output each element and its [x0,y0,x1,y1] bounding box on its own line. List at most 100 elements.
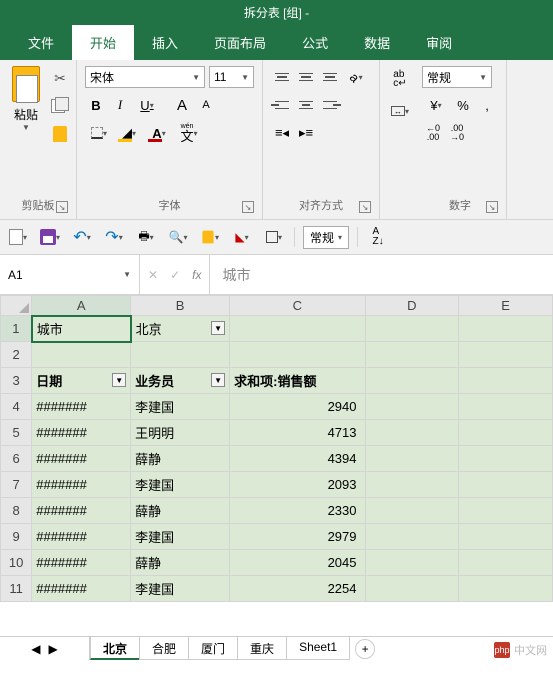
cell[interactable]: 2093 [230,472,365,498]
row-header[interactable]: 6 [1,446,32,472]
cell[interactable]: 李建国 [131,394,230,420]
cell[interactable] [32,342,131,368]
cell[interactable]: 2979 [230,524,365,550]
filter-button[interactable]: ▼ [211,321,225,335]
cell[interactable] [365,394,459,420]
increase-decimal-button[interactable]: ←0.00 [422,122,444,144]
qat-redo-button[interactable]: ↷▾ [102,225,126,249]
cell[interactable] [230,342,365,368]
cell[interactable] [459,446,553,472]
cell[interactable]: ####### [32,498,131,524]
cell[interactable] [459,576,553,602]
col-header-A[interactable]: A [32,296,131,316]
name-box[interactable]: A1 ▼ [0,255,140,294]
font-launcher[interactable]: ↘ [242,201,254,213]
merge-button[interactable]: ↔▾ [386,100,414,122]
col-header-E[interactable]: E [459,296,553,316]
row-header[interactable]: 3 [1,368,32,394]
wrap-text-button[interactable]: abc↵ [386,68,414,90]
col-header-D[interactable]: D [365,296,459,316]
phonetic-button[interactable]: wén文▾ [175,122,203,144]
cell[interactable] [365,498,459,524]
formula-input[interactable]: 城市 [209,255,553,294]
align-launcher[interactable]: ↘ [359,201,371,213]
cell[interactable] [459,420,553,446]
cell[interactable] [365,576,459,602]
cell[interactable] [459,498,553,524]
cell[interactable]: 2045 [230,550,365,576]
qat-new-button[interactable]: ▾ [6,225,30,249]
decrease-font-button[interactable]: A [195,94,217,116]
row-header[interactable]: 8 [1,498,32,524]
cell[interactable]: ####### [32,524,131,550]
font-name-select[interactable]: 宋体▼ [85,66,205,88]
tab-file[interactable]: 文件 [10,25,72,60]
increase-indent-button[interactable]: ▸≡ [295,122,317,144]
qat-style-select[interactable]: 常规▾ [303,226,349,249]
format-painter-button[interactable] [50,124,70,144]
cell[interactable] [459,316,553,342]
fill-color-button[interactable]: ◢▾ [115,122,143,144]
cell[interactable]: ####### [32,576,131,602]
number-format-select[interactable]: 常规▼ [422,66,492,88]
cell[interactable] [459,342,553,368]
row-header[interactable]: 2 [1,342,32,368]
cell[interactable] [365,472,459,498]
cell[interactable] [459,524,553,550]
cell[interactable] [365,446,459,472]
cell[interactable]: ####### [32,472,131,498]
paste-button[interactable]: 粘贴 ▼ [6,64,46,195]
align-top-button[interactable] [271,66,293,88]
tab-page-layout[interactable]: 页面布局 [196,25,284,60]
cell[interactable]: 薛静 [131,446,230,472]
font-color-button[interactable]: A▾ [145,122,173,144]
cell-A1[interactable]: 城市 [32,316,131,342]
spreadsheet-grid[interactable]: A B C D E 1 城市 北京▼ 2 3 日期▼ 业务员▼ 求和项:销售额 … [0,295,553,602]
cell[interactable] [365,368,459,394]
filter-button[interactable]: ▼ [211,373,225,387]
qat-preview-button[interactable]: 🔍▾ [166,225,190,249]
col-header-C[interactable]: C [230,296,365,316]
row-header[interactable]: 7 [1,472,32,498]
border-button[interactable]: ▾ [85,122,113,144]
bold-button[interactable]: B [85,94,107,116]
cell-C3[interactable]: 求和项:销售额 [230,368,365,394]
qat-fill-button[interactable]: ◣▾ [230,225,254,249]
italic-button[interactable]: I [109,94,131,116]
col-header-B[interactable]: B [131,296,230,316]
cell[interactable]: 王明明 [131,420,230,446]
cell[interactable]: 4713 [230,420,365,446]
cell[interactable] [365,316,459,342]
cell[interactable] [365,550,459,576]
select-all-corner[interactable] [1,296,32,316]
qat-painter-button[interactable]: ▾ [198,225,222,249]
clipboard-launcher[interactable]: ↘ [56,201,68,213]
tab-data[interactable]: 数据 [346,25,408,60]
row-header[interactable]: 5 [1,420,32,446]
percent-button[interactable]: % [452,94,474,116]
cell[interactable]: 薛静 [131,498,230,524]
decrease-indent-button[interactable]: ≡◂ [271,122,293,144]
cell[interactable]: 4394 [230,446,365,472]
cell-B1[interactable]: 北京▼ [131,316,230,342]
cell[interactable] [365,342,459,368]
number-launcher[interactable]: ↘ [486,201,498,213]
align-right-button[interactable] [319,94,341,116]
cell[interactable] [365,420,459,446]
tab-insert[interactable]: 插入 [134,25,196,60]
cut-button[interactable]: ✂ [50,68,70,88]
cell[interactable]: 2940 [230,394,365,420]
cancel-formula-button[interactable]: ✕ [148,268,158,282]
cell[interactable] [459,394,553,420]
comma-button[interactable]: , [476,94,498,116]
decrease-decimal-button[interactable]: .00→0 [446,122,468,144]
fx-button[interactable]: fx [192,268,201,282]
cell[interactable]: ####### [32,446,131,472]
sheet-tab[interactable]: 北京 [90,637,140,660]
row-header[interactable]: 10 [1,550,32,576]
cell[interactable] [131,342,230,368]
qat-border-button[interactable]: ▾ [262,225,286,249]
cell[interactable]: 薛静 [131,550,230,576]
cell[interactable]: 李建国 [131,472,230,498]
qat-save-button[interactable]: ▾ [38,225,62,249]
